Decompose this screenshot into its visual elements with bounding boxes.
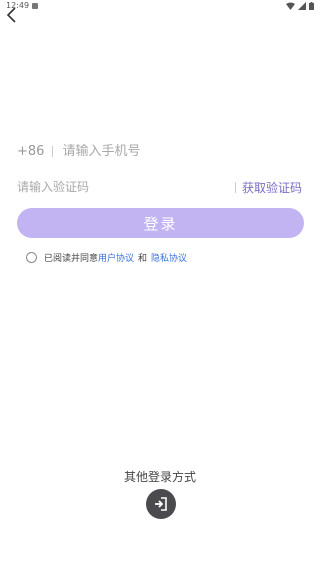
agree-checkbox[interactable] <box>26 252 37 263</box>
agreement-and: 和 <box>138 254 148 264</box>
signal-icon <box>298 2 306 10</box>
divider <box>52 145 54 157</box>
login-arrow-icon <box>155 497 167 511</box>
other-login-title: 其他登录方式 <box>123 470 196 484</box>
other-login-button[interactable] <box>146 489 176 519</box>
login-button[interactable]: 登录 <box>17 208 304 238</box>
status-indicators <box>286 2 314 10</box>
back-button[interactable] <box>2 4 24 26</box>
battery-icon <box>309 2 314 10</box>
privacy-policy-link[interactable]: 隐私协议 <box>151 251 187 264</box>
phone-input[interactable] <box>62 143 307 159</box>
status-bar: 12:49 <box>0 0 320 14</box>
wifi-icon <box>286 2 295 10</box>
country-code[interactable]: +86 <box>17 144 44 159</box>
code-row: 获取验证码 <box>17 176 302 198</box>
notification-icon <box>32 3 38 9</box>
phone-row: +86 <box>17 140 307 162</box>
chevron-left-icon <box>6 7 16 23</box>
agreement-prefix: 已阅读并同意 <box>44 254 99 264</box>
divider <box>234 181 236 193</box>
get-code-button[interactable]: 获取验证码 <box>242 179 302 196</box>
user-agreement-link[interactable]: 用户协议 <box>98 251 134 264</box>
agreement-row: 已阅读并同意 用户协议 和 隐私协议 <box>26 251 187 264</box>
verification-code-input[interactable] <box>17 180 235 194</box>
